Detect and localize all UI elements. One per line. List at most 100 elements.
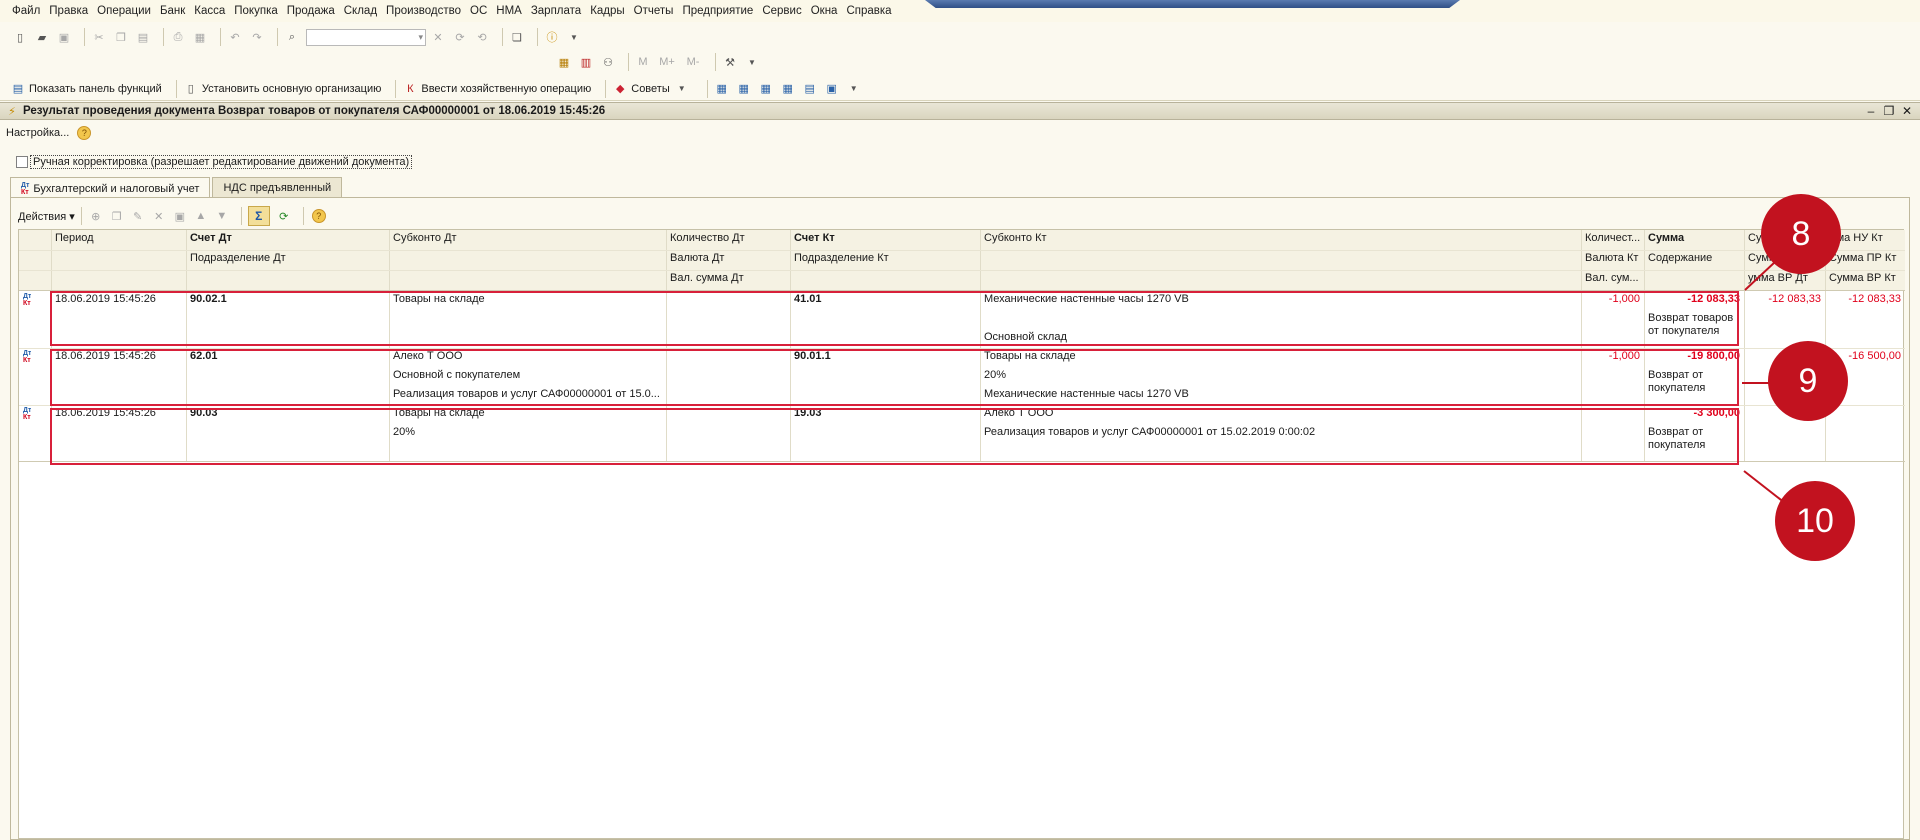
column-header: Подразделение Кт: [794, 252, 889, 264]
show-panel-button[interactable]: ▤ Показать панель функций: [10, 81, 162, 97]
tools-icon[interactable]: ⚒: [722, 54, 738, 70]
report-2-icon[interactable]: ▣: [824, 81, 840, 97]
manual-correction[interactable]: Ручная корректировка (разрешает редактир…: [16, 155, 413, 169]
find-icon[interactable]: ⌕: [284, 29, 300, 45]
refresh-icon[interactable]: ⟳: [276, 208, 292, 224]
column-header: Вал. сумма Дт: [670, 272, 744, 284]
main-toolbar: ▯ ▰ ▣ ✂ ❐ ▤ ⎙ ▦ ↶ ↷ ⌕ ▾ ✕ ⟳ ⟲ ❏ ⓘ ▼: [0, 24, 1920, 50]
move-down-icon[interactable]: ▼: [214, 208, 230, 224]
memory-button[interactable]: M: [635, 54, 651, 70]
menu-item[interactable]: Файл: [12, 5, 40, 17]
menu-item[interactable]: НМА: [496, 5, 522, 17]
sum-nu-kt-cell: -12 083,33: [1848, 293, 1901, 305]
separator: [80, 207, 82, 225]
redo-icon[interactable]: ↷: [249, 29, 265, 45]
find-next-icon[interactable]: ⟳: [452, 29, 468, 45]
menu-item[interactable]: Продажа: [287, 5, 335, 17]
windows-icon[interactable]: ❏: [509, 29, 525, 45]
save-row-icon[interactable]: ▣: [172, 208, 188, 224]
manual-correction-checkbox[interactable]: [16, 156, 28, 168]
tab-accounting[interactable]: Дт Кт Бухгалтерский и налоговый учет: [10, 177, 211, 199]
journal-icon[interactable]: ▦: [714, 81, 730, 97]
new-document-icon[interactable]: ▯: [12, 29, 28, 45]
restore-button[interactable]: ❐: [1880, 104, 1898, 118]
add-icon[interactable]: ⊕: [88, 208, 104, 224]
menu-item[interactable]: Производство: [386, 5, 461, 17]
menu-item[interactable]: Сервис: [762, 5, 801, 17]
chevron-down-icon[interactable]: ▼: [744, 54, 760, 70]
column-header: Сумма: [1648, 232, 1685, 244]
sum-cell: -19 800,00: [1687, 350, 1740, 362]
subconto-kt-cell: Реализация товаров и услуг САФ00000001 о…: [984, 426, 1316, 438]
open-folder-icon[interactable]: ▰: [34, 29, 50, 45]
menu-item[interactable]: Операции: [97, 5, 151, 17]
subconto-kt-cell: Товары на складе: [984, 350, 1076, 362]
menu-item[interactable]: Отчеты: [634, 5, 674, 17]
postings-table[interactable]: Период Счет Дт Субконто Дт Количество Дт Сче…: [18, 229, 1905, 839]
column-header: [186, 270, 389, 290]
find-prev-icon[interactable]: ⟲: [474, 29, 490, 45]
search-input[interactable]: ▾: [306, 28, 426, 46]
close-button[interactable]: ✕: [1898, 104, 1916, 118]
chevron-down-icon[interactable]: ▼: [846, 81, 862, 97]
column-header: [1644, 270, 1744, 290]
column-header: [389, 270, 666, 290]
help-icon[interactable]: ?: [311, 209, 326, 223]
info-icon[interactable]: ⓘ: [544, 29, 560, 45]
tips-button[interactable]: ◆ Советы ▼: [612, 81, 692, 97]
separator: [395, 79, 397, 98]
column-header: Субконто Дт: [393, 232, 457, 244]
manual-correction-label[interactable]: Ручная корректировка (разрешает редактир…: [30, 155, 413, 169]
calendar-icon[interactable]: ▥: [578, 54, 594, 70]
settings-button[interactable]: Настройка...: [6, 127, 69, 139]
edit-icon[interactable]: ✎: [130, 208, 146, 224]
copy-row-icon[interactable]: ❐: [109, 208, 125, 224]
copy-icon[interactable]: ❐: [113, 29, 129, 45]
memory-minus-button[interactable]: M-: [683, 54, 703, 70]
print-preview-icon[interactable]: ▦: [192, 29, 208, 45]
sum-cell: -3 300,00: [1693, 407, 1740, 419]
users-icon[interactable]: ⚇: [600, 54, 616, 70]
enter-operation-button[interactable]: К Ввести хозяйственную операцию: [402, 81, 591, 97]
totals-icon[interactable]: Σ: [247, 206, 270, 226]
clear-search-icon[interactable]: ✕: [430, 29, 446, 45]
content-cell: от покупателя: [1648, 325, 1720, 337]
chevron-down-icon: ▼: [677, 84, 686, 93]
journal-3-icon[interactable]: ▦: [758, 81, 774, 97]
minimize-button[interactable]: –: [1862, 104, 1880, 118]
menu-item[interactable]: Предприятие: [682, 5, 753, 17]
subconto-dt-cell: Основной с покупателем: [393, 369, 521, 381]
tab-vat[interactable]: НДС предъявленный: [212, 177, 343, 198]
help-icon[interactable]: ?: [77, 126, 92, 140]
menu-item[interactable]: Зарплата: [531, 5, 581, 17]
menu-item[interactable]: Склад: [344, 5, 377, 17]
actions-button[interactable]: Действия ▾: [18, 210, 75, 223]
journal-2-icon[interactable]: ▦: [736, 81, 752, 97]
save-icon[interactable]: ▣: [56, 29, 72, 45]
subconto-kt-cell: Механические настенные часы 1270 VB: [984, 388, 1189, 400]
calculator-icon[interactable]: ▦: [556, 54, 572, 70]
report-icon[interactable]: ▤: [802, 81, 818, 97]
subconto-dt-cell: Товары на складе: [393, 293, 485, 305]
cut-icon[interactable]: ✂: [91, 29, 107, 45]
window-title: Результат проведения документа Возврат т…: [23, 105, 606, 117]
paste-icon[interactable]: ▤: [135, 29, 151, 45]
journal-4-icon[interactable]: ▦: [780, 81, 796, 97]
memory-plus-button[interactable]: M+: [657, 54, 677, 70]
menu-item[interactable]: Банк: [160, 5, 185, 17]
print-icon[interactable]: ⎙: [170, 29, 186, 45]
set-org-button[interactable]: ▯ Установить основную организацию: [183, 81, 382, 97]
delete-icon[interactable]: ✕: [151, 208, 167, 224]
menu-item[interactable]: Окна: [811, 5, 838, 17]
menu-item[interactable]: Справка: [846, 5, 891, 17]
menu-item[interactable]: Правка: [49, 5, 88, 17]
column-header: [389, 250, 666, 270]
menu-item[interactable]: Кадры: [590, 5, 624, 17]
chevron-down-icon[interactable]: ▼: [566, 29, 582, 45]
menu-item[interactable]: Покупка: [234, 5, 277, 17]
tips-icon: ◆: [616, 83, 625, 95]
move-up-icon[interactable]: ▲: [193, 208, 209, 224]
menu-item[interactable]: Касса: [194, 5, 225, 17]
menu-item[interactable]: ОС: [470, 5, 487, 17]
undo-icon[interactable]: ↶: [227, 29, 243, 45]
